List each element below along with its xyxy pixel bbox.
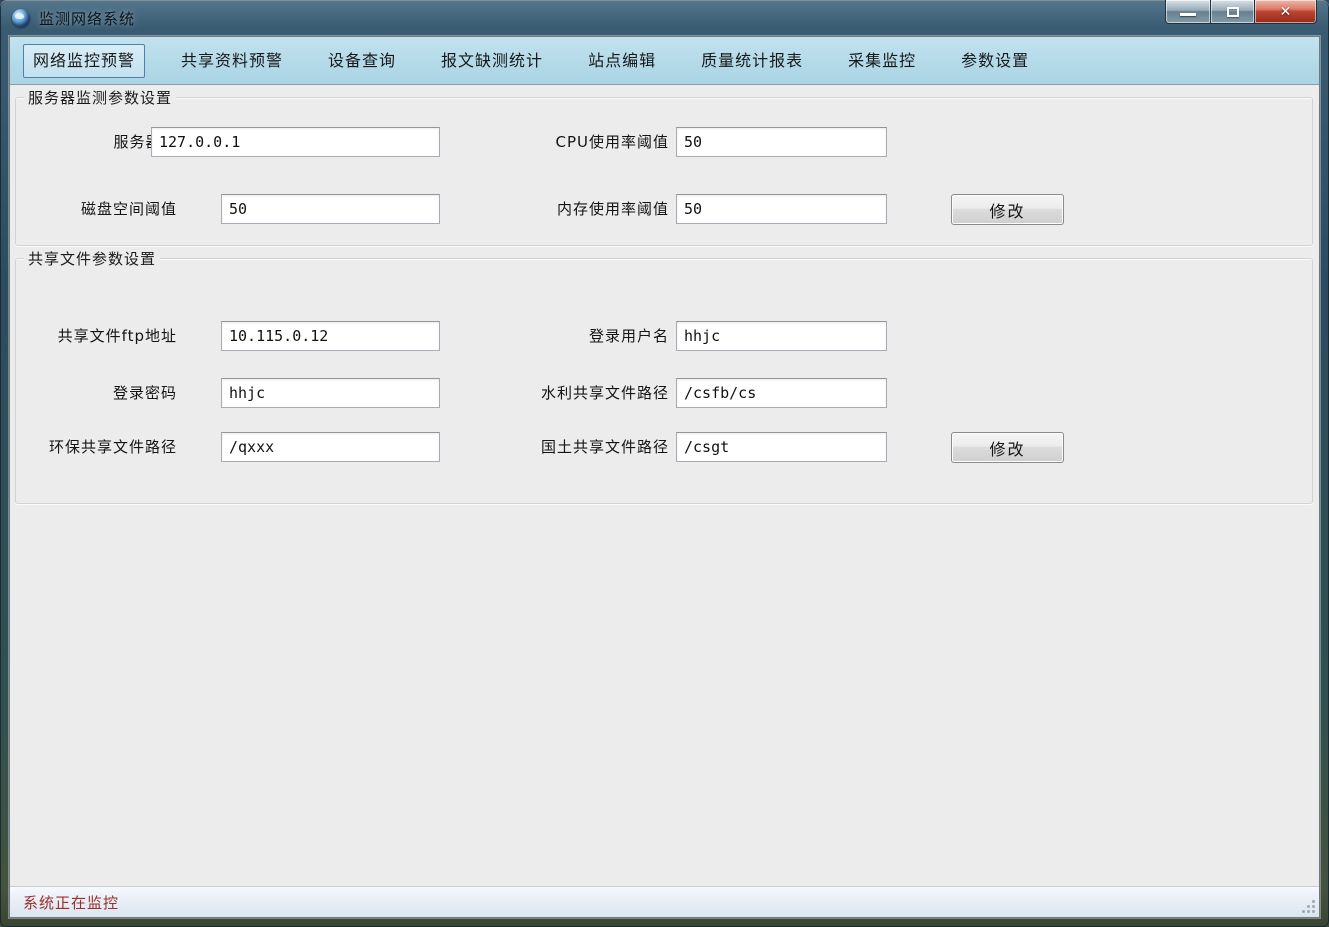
water-share-path-input[interactable] bbox=[676, 378, 887, 408]
ftp-address-input[interactable] bbox=[221, 321, 440, 351]
server-modify-button[interactable]: 修改 bbox=[951, 194, 1064, 225]
memory-threshold-input[interactable] bbox=[676, 194, 887, 224]
login-username-label: 登录用户名 bbox=[450, 321, 669, 351]
client-area: 网络监控预警 共享资料预警 设备查询 报文缺测统计 站点编辑 质量统计报表 采集… bbox=[9, 36, 1320, 918]
env-share-path-input[interactable] bbox=[221, 432, 440, 462]
login-password-input[interactable] bbox=[221, 378, 440, 408]
tab-message-missing-stats[interactable]: 报文缺测统计 bbox=[432, 45, 552, 77]
disk-threshold-input[interactable] bbox=[221, 194, 440, 224]
ftp-address-label: 共享文件ftp地址 bbox=[20, 321, 177, 351]
status-bar: 系统正在监控 bbox=[10, 886, 1319, 917]
land-share-path-label: 国土共享文件路径 bbox=[450, 432, 669, 462]
close-icon: ✕ bbox=[1280, 4, 1292, 20]
land-share-path-input[interactable] bbox=[676, 432, 887, 462]
maximize-button[interactable] bbox=[1210, 0, 1255, 24]
tab-collection-monitor[interactable]: 采集监控 bbox=[839, 45, 925, 77]
resize-grip-icon[interactable] bbox=[1301, 899, 1315, 913]
window-controls: ✕ bbox=[1165, 0, 1317, 24]
minimize-button[interactable] bbox=[1165, 0, 1210, 24]
title-bar[interactable]: 监测网络系统 bbox=[0, 0, 1329, 36]
close-button[interactable]: ✕ bbox=[1255, 0, 1317, 24]
tab-shared-data-alert[interactable]: 共享资料预警 bbox=[172, 45, 292, 77]
group-server-title: 服务器监测参数设置 bbox=[24, 87, 176, 108]
globe-icon bbox=[12, 9, 30, 27]
group-share-title: 共享文件参数设置 bbox=[24, 248, 160, 269]
tab-bar: 网络监控预警 共享资料预警 设备查询 报文缺测统计 站点编辑 质量统计报表 采集… bbox=[10, 37, 1319, 85]
memory-threshold-label: 内存使用率阈值 bbox=[450, 194, 669, 224]
login-password-label: 登录密码 bbox=[20, 378, 177, 408]
minimize-icon bbox=[1180, 13, 1196, 16]
tab-parameter-settings[interactable]: 参数设置 bbox=[952, 45, 1038, 77]
tab-network-monitor-alert[interactable]: 网络监控预警 bbox=[23, 44, 145, 78]
cpu-threshold-input[interactable] bbox=[676, 127, 887, 157]
app-window: 监测网络系统 ✕ 网络监控预警 共享资料预警 设备查询 报文缺测统计 站点编辑 … bbox=[0, 0, 1329, 927]
env-share-path-label: 环保共享文件路径 bbox=[20, 432, 177, 462]
water-share-path-label: 水利共享文件路径 bbox=[450, 378, 669, 408]
tab-quality-report[interactable]: 质量统计报表 bbox=[692, 45, 812, 77]
server-ip-input[interactable] bbox=[151, 127, 440, 157]
maximize-icon bbox=[1227, 7, 1239, 17]
login-username-input[interactable] bbox=[676, 321, 887, 351]
tab-device-query[interactable]: 设备查询 bbox=[319, 45, 405, 77]
share-modify-button[interactable]: 修改 bbox=[951, 432, 1064, 463]
status-message: 系统正在监控 bbox=[23, 892, 119, 913]
cpu-threshold-label: CPU使用率阈值 bbox=[450, 127, 669, 157]
disk-threshold-label: 磁盘空间阈值 bbox=[20, 194, 177, 224]
tab-station-edit[interactable]: 站点编辑 bbox=[579, 45, 665, 77]
window-title: 监测网络系统 bbox=[39, 8, 135, 29]
